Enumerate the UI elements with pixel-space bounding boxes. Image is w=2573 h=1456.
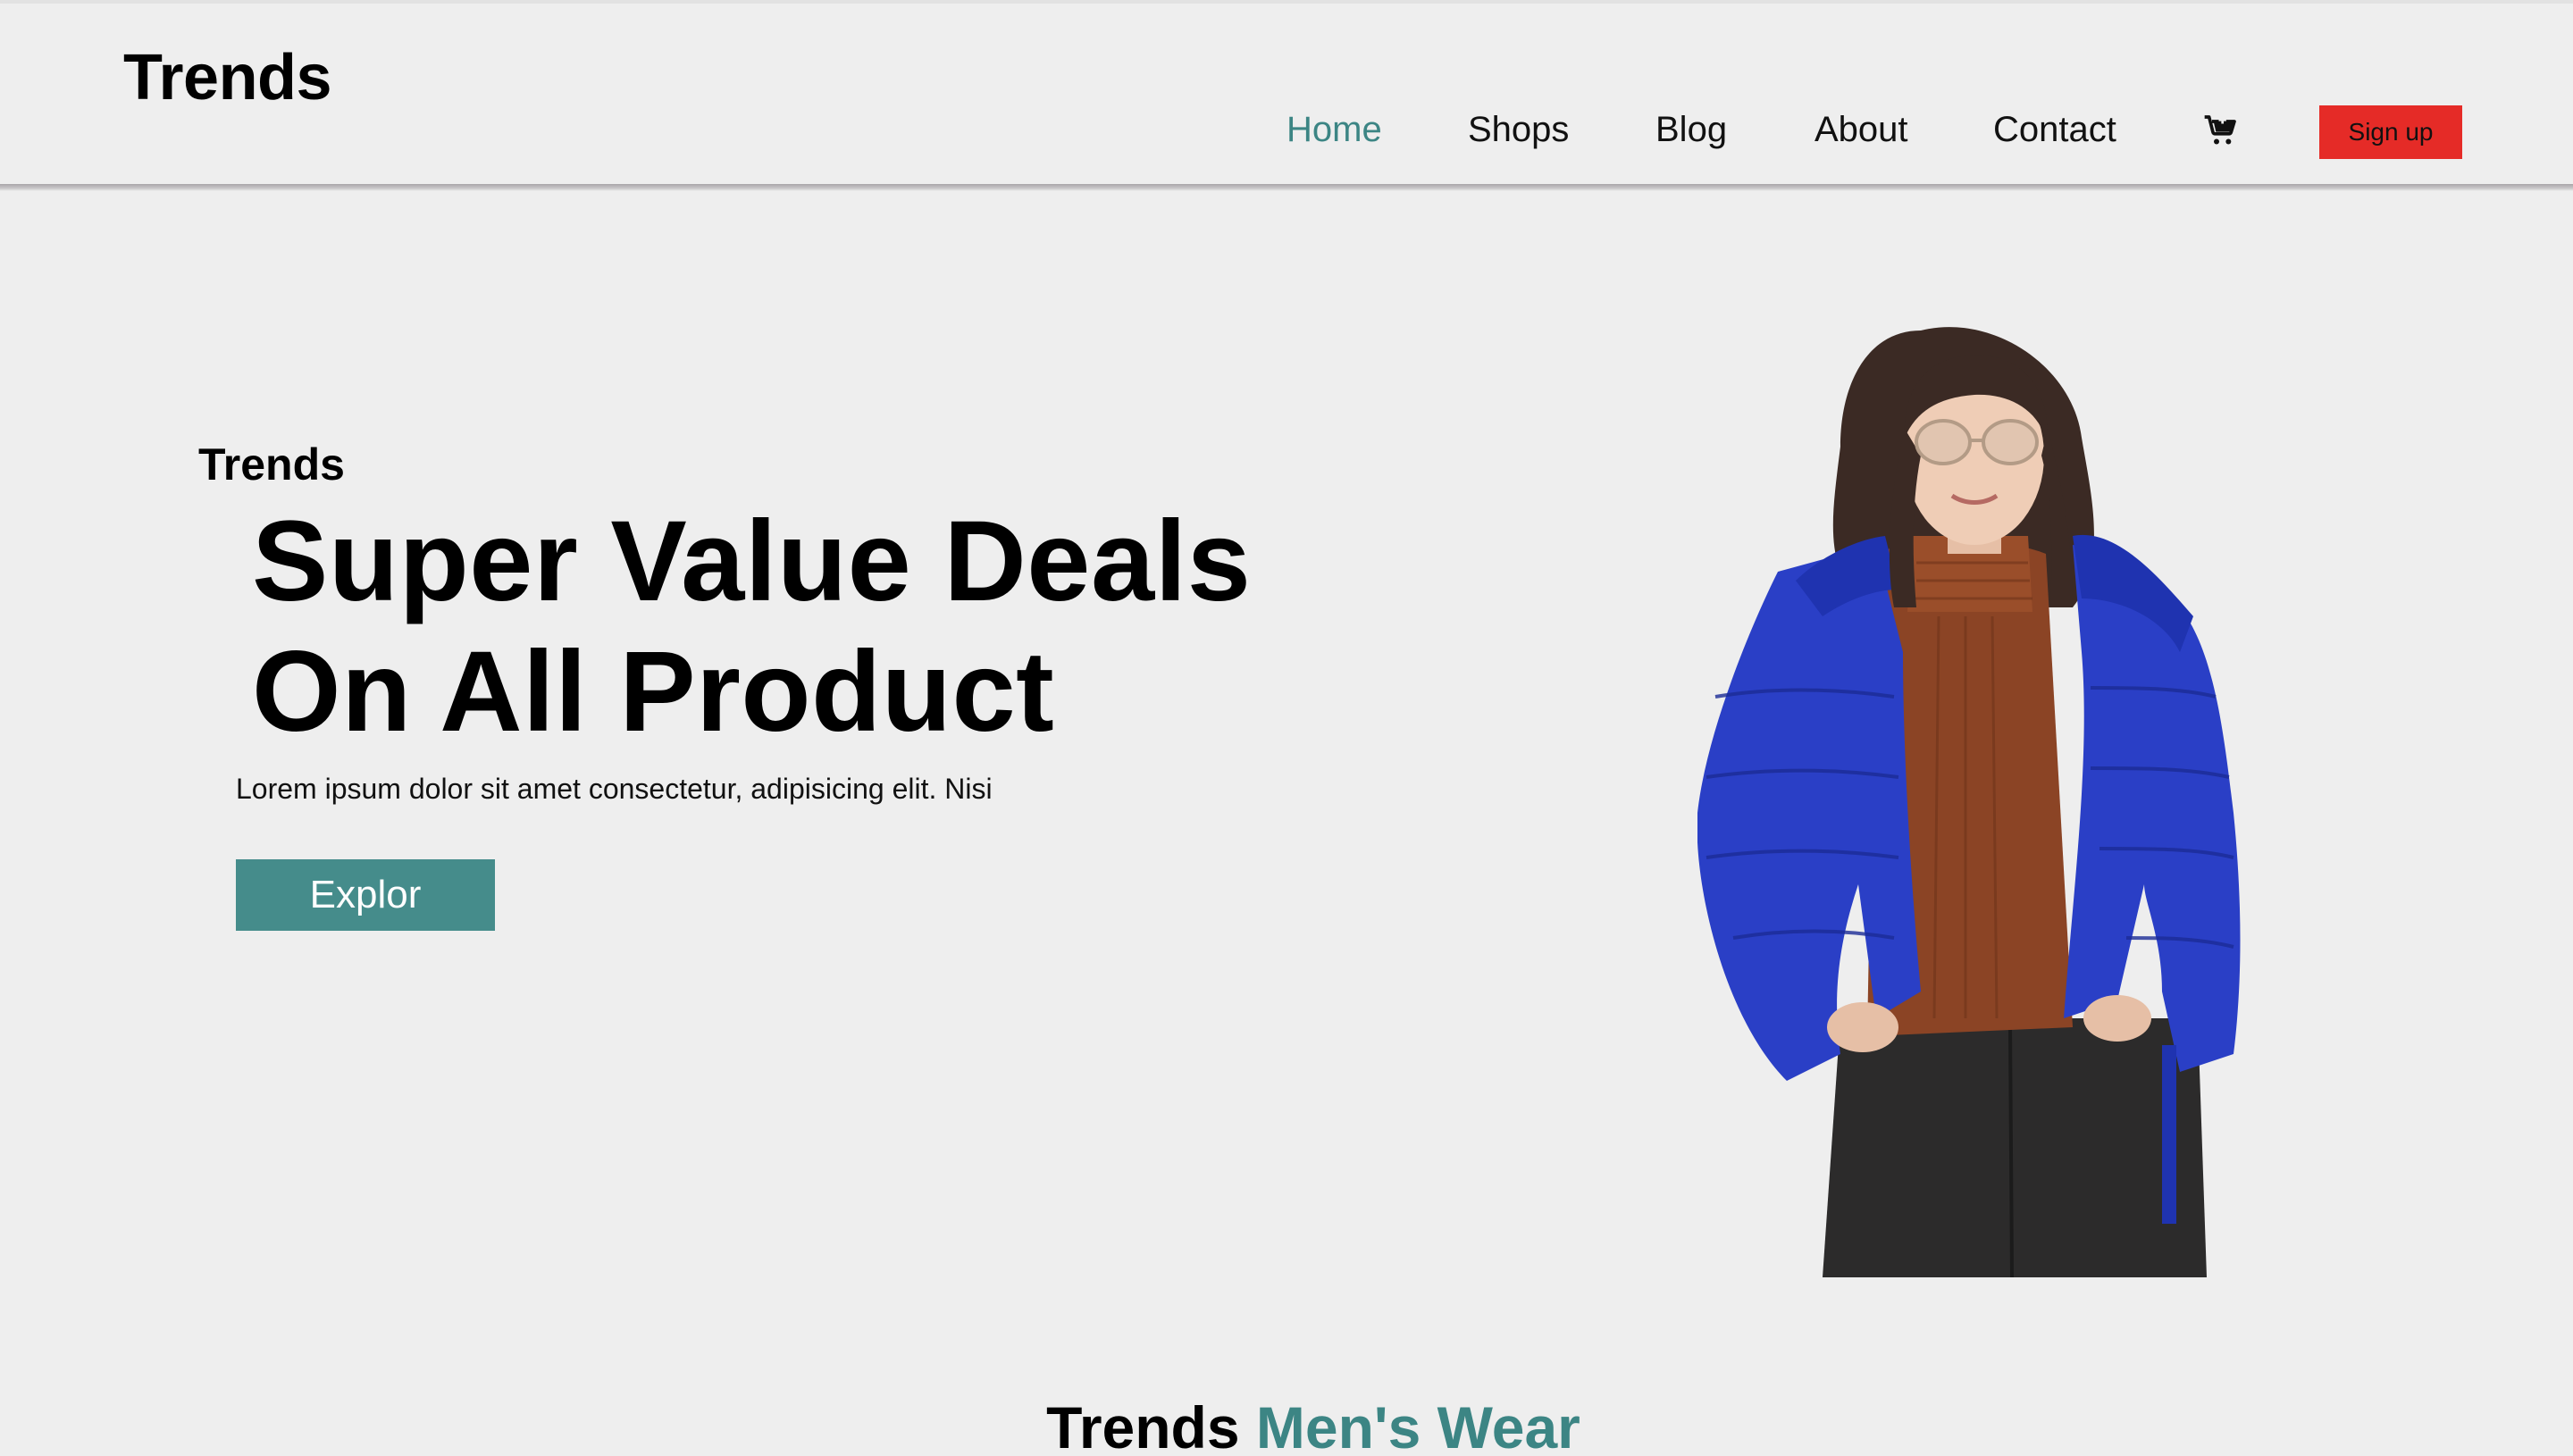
nav-home[interactable]: Home bbox=[1286, 100, 1382, 159]
nav-blog[interactable]: Blog bbox=[1655, 100, 1727, 159]
nav-about[interactable]: About bbox=[1815, 100, 1908, 159]
hero-description: Lorem ipsum dolor sit amet consectetur, … bbox=[236, 773, 993, 805]
page: Trends Home Shops Blog About Contact Sig… bbox=[0, 0, 2573, 1456]
section-title-brand: Trends bbox=[1046, 1394, 1240, 1456]
nav-shops[interactable]: Shops bbox=[1468, 100, 1569, 159]
hero-kicker: Trends bbox=[198, 439, 345, 490]
hero-title: Super Value Deals On All Product bbox=[252, 497, 1413, 757]
section-title-category: Men's Wear bbox=[1255, 1394, 1580, 1456]
header-divider bbox=[0, 184, 2573, 191]
shopping-cart-icon[interactable] bbox=[2203, 113, 2239, 148]
main-nav: Home Shops Blog About Contact Sign up bbox=[0, 100, 2573, 163]
signup-button[interactable]: Sign up bbox=[2319, 105, 2462, 159]
explore-button[interactable]: Explor bbox=[236, 859, 495, 931]
hero-title-line-2: On All Product bbox=[252, 628, 1055, 756]
hero-title-line-1: Super Value Deals bbox=[252, 498, 1252, 625]
hero-model-image bbox=[1697, 313, 2287, 1278]
site-header: Trends Home Shops Blog About Contact Sig… bbox=[0, 0, 2573, 186]
section-title: Trends Men's Wear bbox=[0, 1392, 2573, 1456]
nav-contact[interactable]: Contact bbox=[1993, 100, 2116, 159]
